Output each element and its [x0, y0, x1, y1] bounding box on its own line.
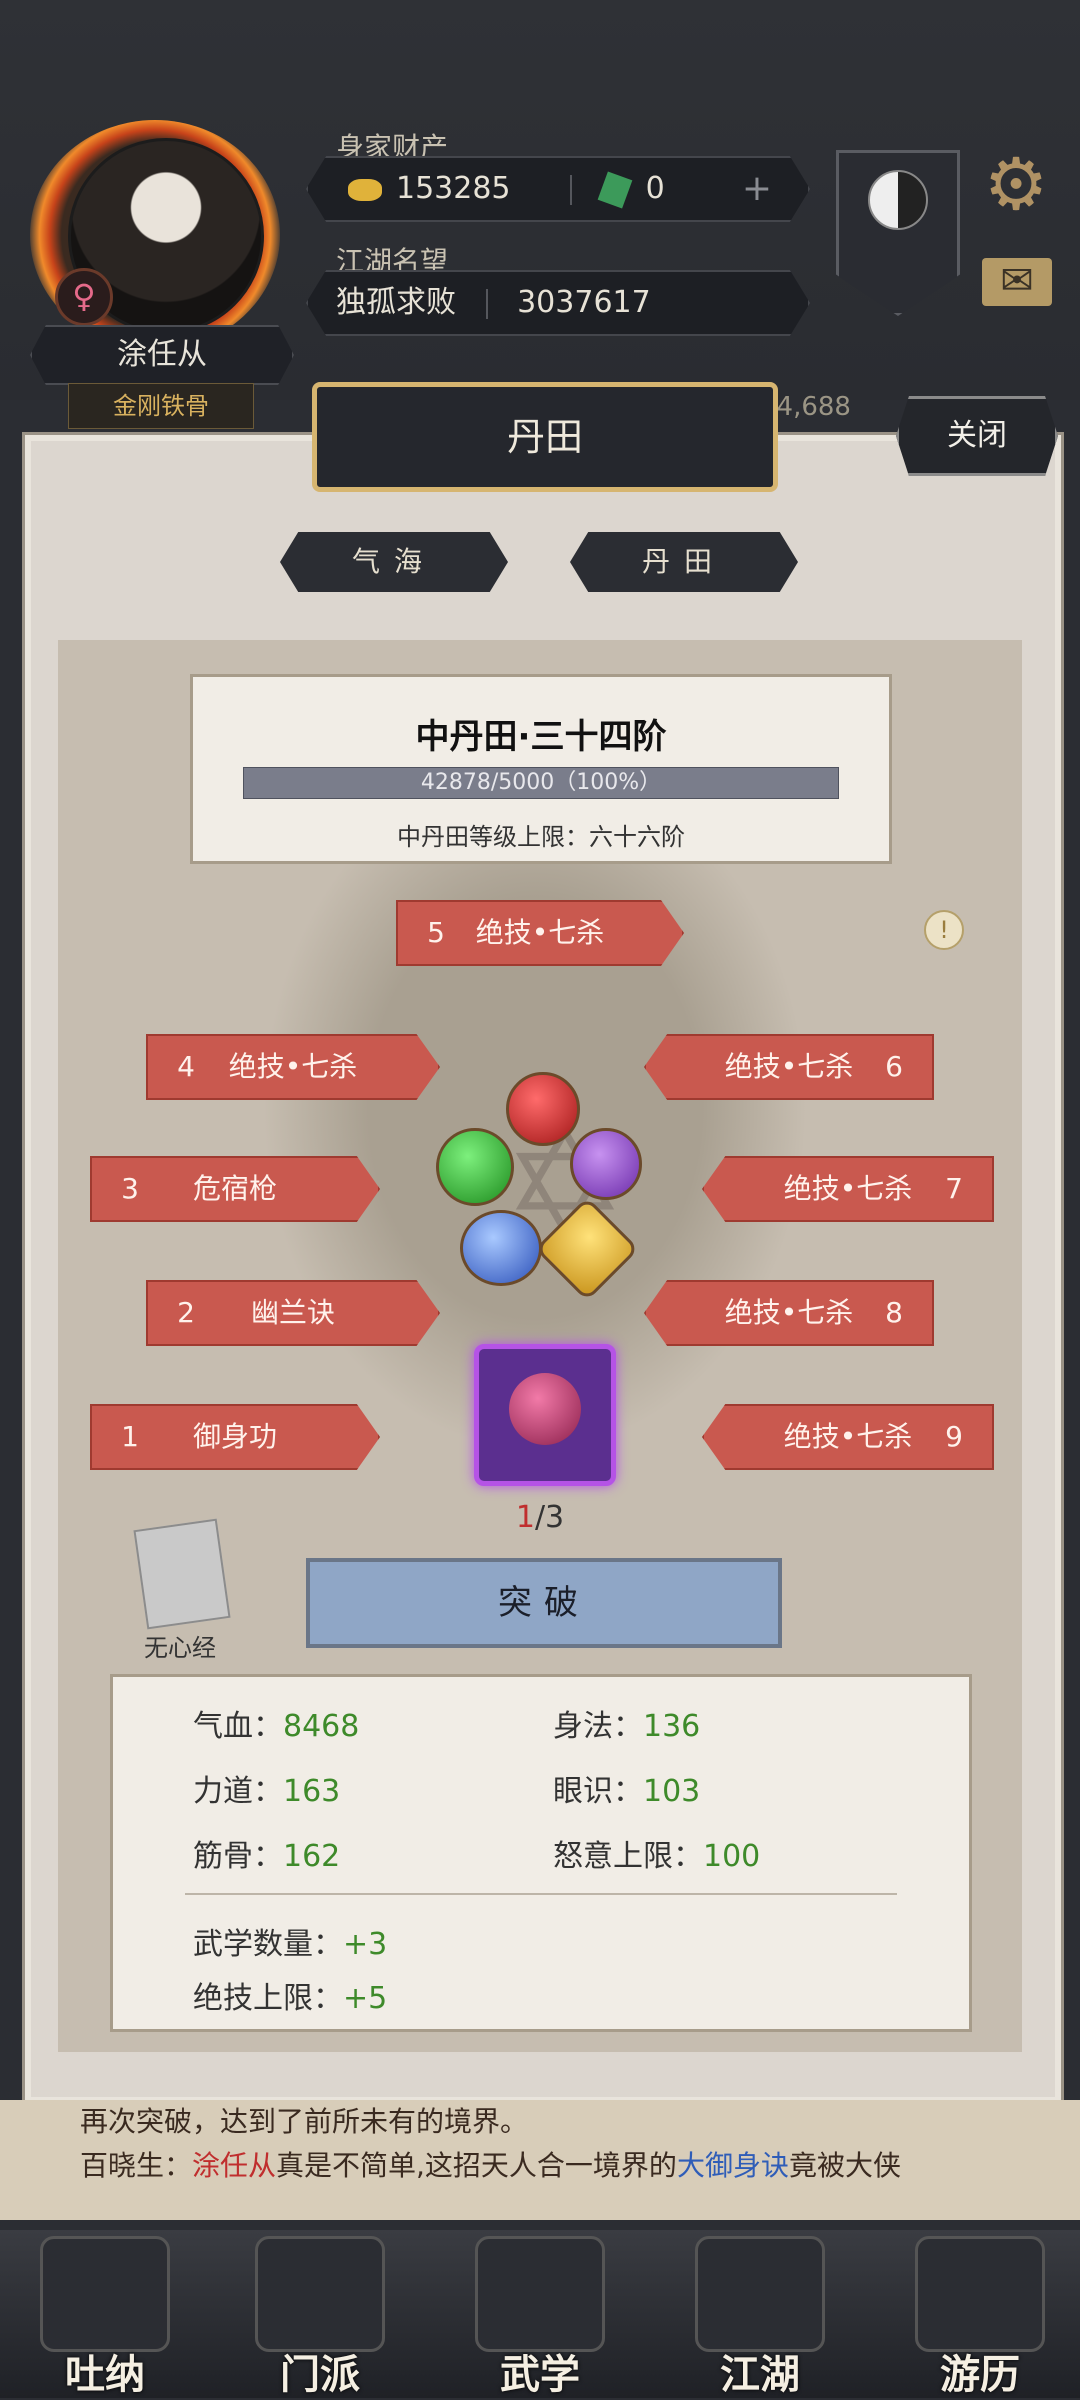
close-button[interactable]: 关闭	[896, 396, 1058, 476]
divider	[185, 1893, 897, 1895]
tuna-icon	[40, 2236, 170, 2352]
player-name: 涂任从	[30, 325, 294, 385]
level-box: 中丹田·三十四阶 42878/5000（100%） 中丹田等级上限：六十六阶	[190, 674, 892, 864]
slot-5[interactable]: 5 绝技•七杀	[396, 900, 684, 966]
nav-wuxue[interactable]: 武学	[465, 2230, 615, 2398]
book-label: 无心经	[144, 1634, 216, 1662]
panel-title: 丹田	[312, 382, 778, 492]
level-title: 中丹田·三十四阶	[415, 717, 667, 757]
slot-6[interactable]: 绝技•七杀 6	[644, 1034, 934, 1100]
divider	[570, 174, 573, 205]
silver-value: 153285	[396, 171, 511, 206]
break-button[interactable]: 突破	[306, 1558, 782, 1648]
level-limit: 中丹田等级上限：六十六阶	[397, 823, 685, 851]
fame-value: 3037617	[517, 285, 651, 320]
player-title: 金刚铁骨	[68, 383, 254, 429]
gender-female-icon: ♀	[55, 268, 113, 326]
mail-icon[interactable]: ✉	[982, 258, 1052, 306]
info-icon[interactable]: !	[924, 910, 964, 950]
stat-rage: 怒意上限：100	[553, 1839, 761, 1874]
slot-7[interactable]: 绝技•七杀 7	[702, 1156, 994, 1222]
slot-1[interactable]: 1 御身功	[90, 1404, 380, 1470]
stat-strength: 力道：163	[193, 1774, 341, 1809]
stat-martial: 武学数量：+3	[193, 1927, 388, 1962]
stat-skill: 绝技上限：+5	[193, 1981, 388, 2016]
wealth-capsule: 153285 0 +	[306, 156, 810, 222]
water-gem-icon[interactable]	[460, 1210, 542, 1286]
youli-icon	[915, 2236, 1045, 2352]
stat-insight: 眼识：103	[553, 1774, 701, 1809]
jianghu-icon	[695, 2236, 825, 2352]
fame-capsule: 独孤求败 3037617	[306, 270, 810, 336]
stat-agility: 身法：136	[553, 1709, 701, 1744]
jade-icon	[597, 170, 632, 209]
add-currency-button[interactable]: +	[742, 158, 772, 220]
item-counter: 1/3	[515, 1500, 565, 1535]
slot-4[interactable]: 4 绝技•七杀	[146, 1034, 440, 1100]
tab-dantian[interactable]: 丹田	[570, 532, 798, 592]
wood-gem-icon[interactable]	[436, 1128, 514, 1206]
stats-box: 气血：8468 身法：136 力道：163 眼识：103 筋骨：162 怒意上限…	[110, 1674, 972, 2032]
tab-qihai[interactable]: 气海	[280, 532, 508, 592]
wuxue-icon	[475, 2236, 605, 2352]
chat-line-2: 百晓生：涂任从真是不简单,这招天人合一境界的大御身诀竟被大侠	[80, 2149, 901, 2182]
yinyang-icon	[868, 170, 928, 230]
chat-line-1: 再次突破，达到了前所未有的境界。	[80, 2105, 529, 2138]
jade-value: 0	[645, 171, 665, 206]
purple-gem-icon[interactable]	[570, 1128, 642, 1200]
nav-youli[interactable]: 游历	[905, 2230, 1055, 2398]
fire-gem-icon[interactable]	[506, 1072, 580, 1146]
nav-jianghu[interactable]: 江湖	[685, 2230, 835, 2398]
silver-icon	[348, 178, 382, 201]
menpai-icon	[255, 2236, 385, 2352]
book-icon[interactable]	[133, 1518, 231, 1630]
stat-hp: 气血：8468	[193, 1709, 360, 1744]
fame-title: 独孤求败	[336, 285, 456, 320]
nav-menpai[interactable]: 门派	[245, 2230, 395, 2398]
chat-log: 再次突破，达到了前所未有的境界。 百晓生：涂任从真是不简单,这招天人合一境界的大…	[0, 2100, 1080, 2220]
stat-bone: 筋骨：162	[193, 1839, 341, 1874]
gear-icon[interactable]: ⚙	[980, 148, 1052, 220]
nav-tuna[interactable]: 吐纳	[30, 2230, 180, 2398]
orb-icon	[509, 1373, 581, 1445]
slot-9[interactable]: 绝技•七杀 9	[702, 1404, 994, 1470]
slot-2[interactable]: 2 幽兰诀	[146, 1280, 440, 1346]
progress-text: 42878/5000（100%）	[420, 770, 662, 795]
slot-8[interactable]: 绝技•七杀 8	[644, 1280, 934, 1346]
divider	[485, 288, 488, 319]
item-slot[interactable]	[474, 1344, 616, 1486]
slot-3[interactable]: 3 危宿枪	[90, 1156, 380, 1222]
level-progress-bar: 42878/5000（100%）	[243, 767, 839, 799]
